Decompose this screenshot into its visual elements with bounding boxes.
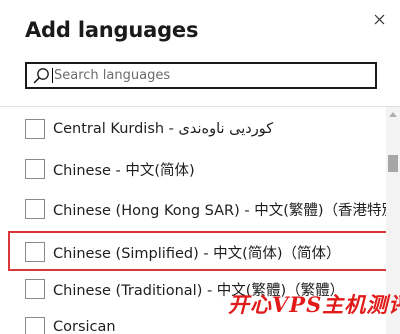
language-label: Central Kurdish - کوردیی ناوەندی — [53, 121, 274, 137]
scrollbar-thumb[interactable] — [388, 155, 398, 172]
language-label: Chinese (Simplified) - 中文(简体)（简体） — [53, 245, 341, 262]
close-icon — [374, 14, 384, 24]
checkbox[interactable] — [25, 199, 45, 219]
list-item[interactable]: Chinese (Simplified) - 中文(简体)（简体） — [0, 233, 386, 271]
checkbox[interactable] — [25, 279, 45, 299]
dialog-title: Add languages — [25, 18, 199, 42]
list-item[interactable]: Chinese (Hong Kong SAR) - 中文(繁體)（香港特別行 — [0, 190, 386, 228]
search-input[interactable] — [54, 68, 354, 83]
language-label: Corsican — [53, 319, 116, 334]
list-item[interactable]: Chinese - 中文(简体) — [0, 150, 386, 188]
checkbox[interactable] — [25, 159, 45, 179]
chevron-up-icon — [389, 111, 397, 117]
checkbox[interactable] — [25, 242, 45, 262]
scroll-up-button[interactable] — [386, 107, 400, 121]
language-label: Chinese (Hong Kong SAR) - 中文(繁體)（香港特別行 — [53, 202, 386, 219]
search-box[interactable] — [25, 62, 377, 89]
checkbox[interactable] — [25, 119, 45, 139]
search-icon — [32, 67, 52, 85]
close-button[interactable] — [369, 9, 389, 29]
text-caret — [52, 68, 53, 83]
watermark: 开心VPS主机测评 — [228, 292, 400, 317]
checkbox[interactable] — [25, 317, 45, 334]
language-label: Chinese - 中文(简体) — [53, 162, 195, 179]
add-languages-dialog: Add languages Central Kurdish - کوردیی ن… — [0, 0, 400, 334]
list-item[interactable]: Central Kurdish - کوردیی ناوەندی — [0, 110, 386, 148]
